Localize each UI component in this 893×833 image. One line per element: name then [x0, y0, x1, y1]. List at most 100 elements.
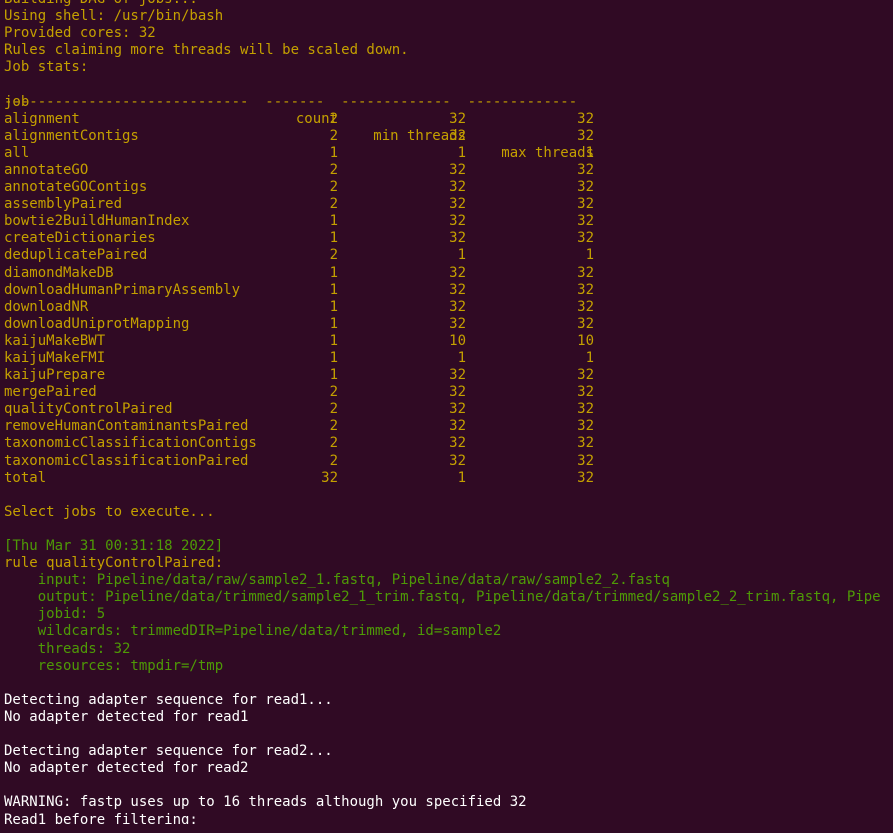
min-threads-cell: 10 — [449, 332, 466, 349]
job-name-cell: taxonomicClassificationPaired — [4, 452, 249, 469]
max-threads-cell: 10 — [577, 332, 594, 349]
max-threads-cell: 32 — [577, 452, 594, 469]
count-cell: 1 — [329, 332, 338, 349]
max-threads-cell: 32 — [577, 127, 594, 144]
max-threads-cell: 32 — [577, 179, 594, 196]
table-row: downloadHumanPrimaryAssembly 1 32 32 — [4, 282, 893, 299]
min-threads-cell: 32 — [449, 179, 466, 196]
terminal-output[interactable]: Building DAG of jobs... Using shell: /us… — [0, 0, 893, 824]
job-name-cell: alignment — [4, 110, 80, 127]
rule-threads: threads: 32 — [4, 640, 131, 657]
count-cell: 2 — [329, 452, 338, 469]
max-threads-cell: 32 — [577, 435, 594, 452]
table-row: kaijuMakeFMI 1 1 1 — [4, 350, 893, 367]
min-threads-cell: 1 — [457, 349, 466, 366]
count-cell: 1 — [329, 298, 338, 315]
table-row: alignment 2 32 32 — [4, 111, 893, 128]
rule-output: output: Pipeline/data/trimmed/sample2_1_… — [4, 589, 881, 606]
job-name-cell: qualityControlPaired — [4, 401, 173, 418]
min-threads-cell: 32 — [449, 315, 466, 332]
job-name-cell: createDictionaries — [4, 230, 156, 247]
rule-input: input: Pipeline/data/raw/sample2_1.fastq… — [4, 572, 670, 589]
count-cell: 1 — [329, 349, 338, 366]
job-name-cell: downloadHumanPrimaryAssembly — [4, 281, 241, 298]
table-row: annotateGOContigs 2 32 32 — [4, 179, 893, 196]
table-row: downloadUniprotMapping 1 32 32 — [4, 316, 893, 333]
count-cell: 2 — [329, 161, 338, 178]
min-threads-cell: 32 — [449, 213, 466, 230]
job-name-cell: deduplicatePaired — [4, 247, 148, 264]
max-threads-cell: 32 — [577, 196, 594, 213]
output-line: No adapter detected for read1 — [4, 708, 249, 725]
min-threads-cell: 32 — [449, 298, 466, 315]
output-line: Detecting adapter sequence for read1... — [4, 691, 333, 708]
header-line: Provided cores: 32 — [4, 25, 156, 42]
header-line: Building DAG of jobs... — [4, 0, 893, 8]
count-cell: 2 — [329, 418, 338, 435]
table-row: qualityControlPaired 2 32 32 — [4, 401, 893, 418]
max-threads-cell: 32 — [577, 401, 594, 418]
count-cell: 1 — [329, 367, 338, 384]
table-row: taxonomicClassificationPaired 2 32 32 — [4, 453, 893, 470]
table-row: mergePaired 2 32 32 — [4, 384, 893, 401]
rule-title: rule qualityControlPaired: — [4, 555, 224, 572]
min-threads-cell: 32 — [449, 264, 466, 281]
min-threads-cell: 1 — [457, 247, 466, 264]
timestamp: [Thu Mar 31 00:31:18 2022] — [4, 538, 224, 554]
job-name-cell: diamondMakeDB — [4, 264, 114, 281]
warning-line: WARNING: fastp uses up to 16 threads alt… — [4, 794, 527, 811]
output-line: Read1 before filtering: — [4, 811, 198, 825]
job-name-cell: downloadUniprotMapping — [4, 315, 190, 332]
count-cell: 1 — [329, 213, 338, 230]
table-row: annotateGO 2 32 32 — [4, 162, 893, 179]
job-name-cell: assemblyPaired — [4, 196, 123, 213]
count-cell: 2 — [329, 247, 338, 264]
table-row: removeHumanContaminantsPaired 2 32 32 — [4, 418, 893, 435]
count-cell: 32 — [321, 469, 338, 486]
min-threads-cell: 32 — [449, 281, 466, 298]
min-threads-cell: 32 — [449, 127, 466, 144]
job-name-cell: kaijuMakeFMI — [4, 349, 106, 366]
job-name-cell: all — [4, 144, 30, 161]
table-row: taxonomicClassificationContigs 2 32 32 — [4, 435, 893, 452]
max-threads-cell: 32 — [577, 418, 594, 435]
job-name-cell: total — [4, 469, 47, 486]
min-threads-cell: 32 — [449, 452, 466, 469]
job-name-cell: annotateGOContigs — [4, 179, 148, 196]
count-cell: 2 — [329, 179, 338, 196]
max-threads-cell: 32 — [577, 384, 594, 401]
count-cell: 2 — [329, 110, 338, 127]
max-threads-cell: 1 — [585, 349, 594, 366]
table-row: diamondMakeDB 1 32 32 — [4, 265, 893, 282]
table-row: kaijuPrepare 1 32 32 — [4, 367, 893, 384]
table-row: all 1 1 1 — [4, 145, 893, 162]
count-cell: 2 — [329, 401, 338, 418]
count-cell: 1 — [329, 281, 338, 298]
max-threads-cell: 32 — [577, 469, 594, 486]
table-row: createDictionaries 1 32 32 — [4, 230, 893, 247]
count-cell: 1 — [329, 315, 338, 332]
select-jobs-line: Select jobs to execute... — [4, 503, 215, 520]
max-threads-cell: 32 — [577, 298, 594, 315]
max-threads-cell: 32 — [577, 230, 594, 247]
count-cell: 1 — [329, 264, 338, 281]
max-threads-cell: 32 — [577, 110, 594, 127]
table-row: total 32 1 32 — [4, 470, 893, 487]
min-threads-cell: 1 — [457, 469, 466, 486]
min-threads-cell: 32 — [449, 384, 466, 401]
job-name-cell: alignmentContigs — [4, 127, 139, 144]
table-separator: ----------------------------- ------- --… — [4, 93, 578, 110]
job-name-cell: taxonomicClassificationContigs — [4, 435, 257, 452]
job-name-cell: kaijuPrepare — [4, 367, 106, 384]
min-threads-cell: 32 — [449, 401, 466, 418]
max-threads-cell: 32 — [577, 367, 594, 384]
rule-wildcards: wildcards: trimmedDIR=Pipeline/data/trim… — [4, 623, 502, 640]
max-threads-cell: 32 — [577, 281, 594, 298]
rule-resources: resources: tmpdir=/tmp — [4, 657, 224, 674]
job-name-cell: downloadNR — [4, 298, 89, 315]
col-header-job: job — [4, 93, 30, 110]
max-threads-cell: 32 — [577, 161, 594, 178]
count-cell: 2 — [329, 384, 338, 401]
